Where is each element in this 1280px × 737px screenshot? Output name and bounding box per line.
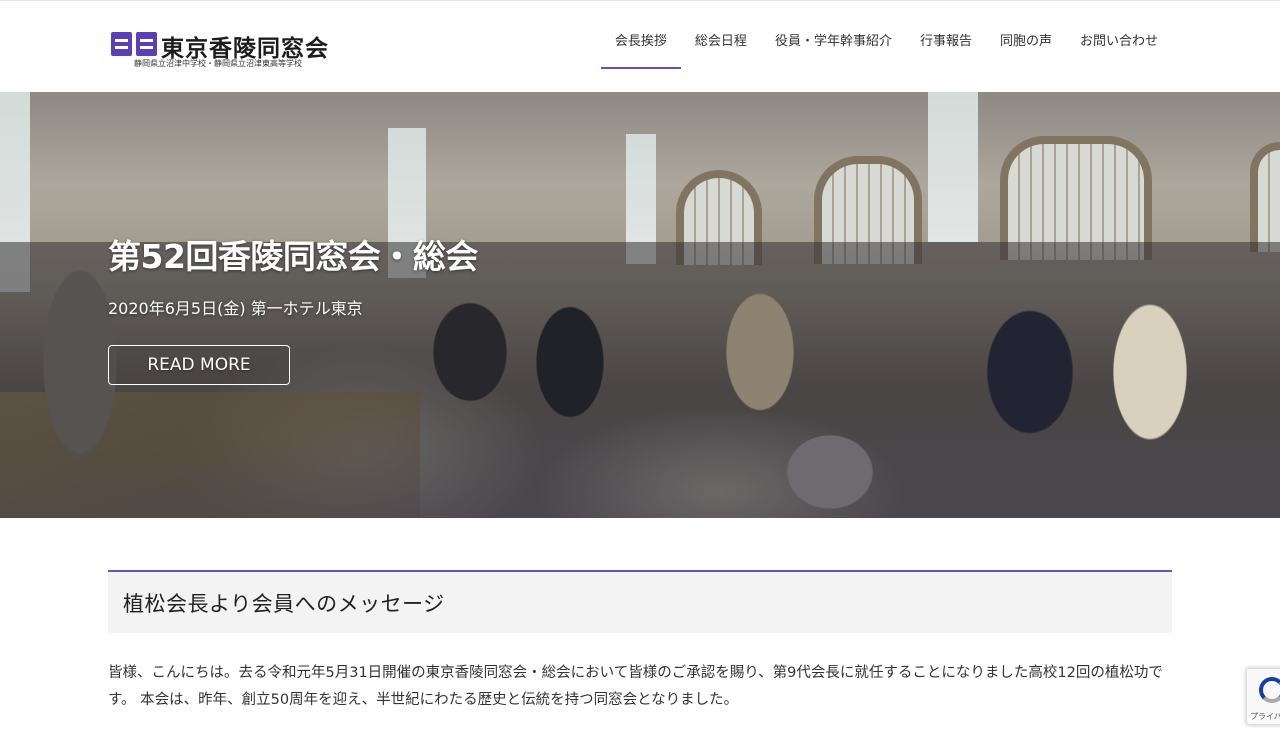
recaptcha-icon	[1259, 677, 1280, 703]
nav-item-schedule[interactable]: 総会日程	[681, 9, 761, 69]
site-subtitle: 静岡県立沼津中学校・静岡県立沼津東高等学校	[134, 59, 302, 68]
hero-title: 第52回香陵同窓会・総会	[108, 237, 478, 276]
nav-item-voices[interactable]: 同胞の声	[986, 9, 1066, 69]
recaptcha-badge[interactable]: プライバシー	[1246, 668, 1280, 725]
section-heading-box: 植松会長より会員へのメッセージ	[108, 570, 1172, 633]
school-emblem-icon	[111, 32, 157, 56]
nav-item-contact[interactable]: お問い合わせ	[1066, 9, 1172, 69]
read-more-button[interactable]: READ MORE	[108, 345, 290, 385]
nav-item-greeting[interactable]: 会長挨拶	[600, 9, 681, 69]
nav-item-reports[interactable]: 行事報告	[906, 9, 986, 69]
main-nav: 会長挨拶 総会日程 役員・学年幹事紹介 行事報告 同胞の声 お問い合わせ	[600, 1, 1172, 93]
hero-date: 2020年6月5日(金) 第一ホテル東京	[108, 299, 363, 318]
recaptcha-privacy-label[interactable]: プライバシー	[1250, 711, 1280, 722]
section-heading: 植松会長より会員へのメッセージ	[123, 591, 445, 616]
hero-banner: 第52回香陵同窓会・総会 2020年6月5日(金) 第一ホテル東京 READ M…	[0, 92, 1280, 518]
nav-item-officers[interactable]: 役員・学年幹事紹介	[761, 9, 906, 69]
site-header: 東京香陵同窓会 静岡県立沼津中学校・静岡県立沼津東高等学校 会長挨拶 総会日程 …	[0, 0, 1280, 92]
message-paragraph: 皆様、こんにちは。去る令和元年5月31日開催の東京香陵同窓会・総会において皆様の…	[108, 665, 1163, 708]
site-logo[interactable]: 東京香陵同窓会 静岡県立沼津中学校・静岡県立沼津東高等学校	[111, 29, 328, 69]
